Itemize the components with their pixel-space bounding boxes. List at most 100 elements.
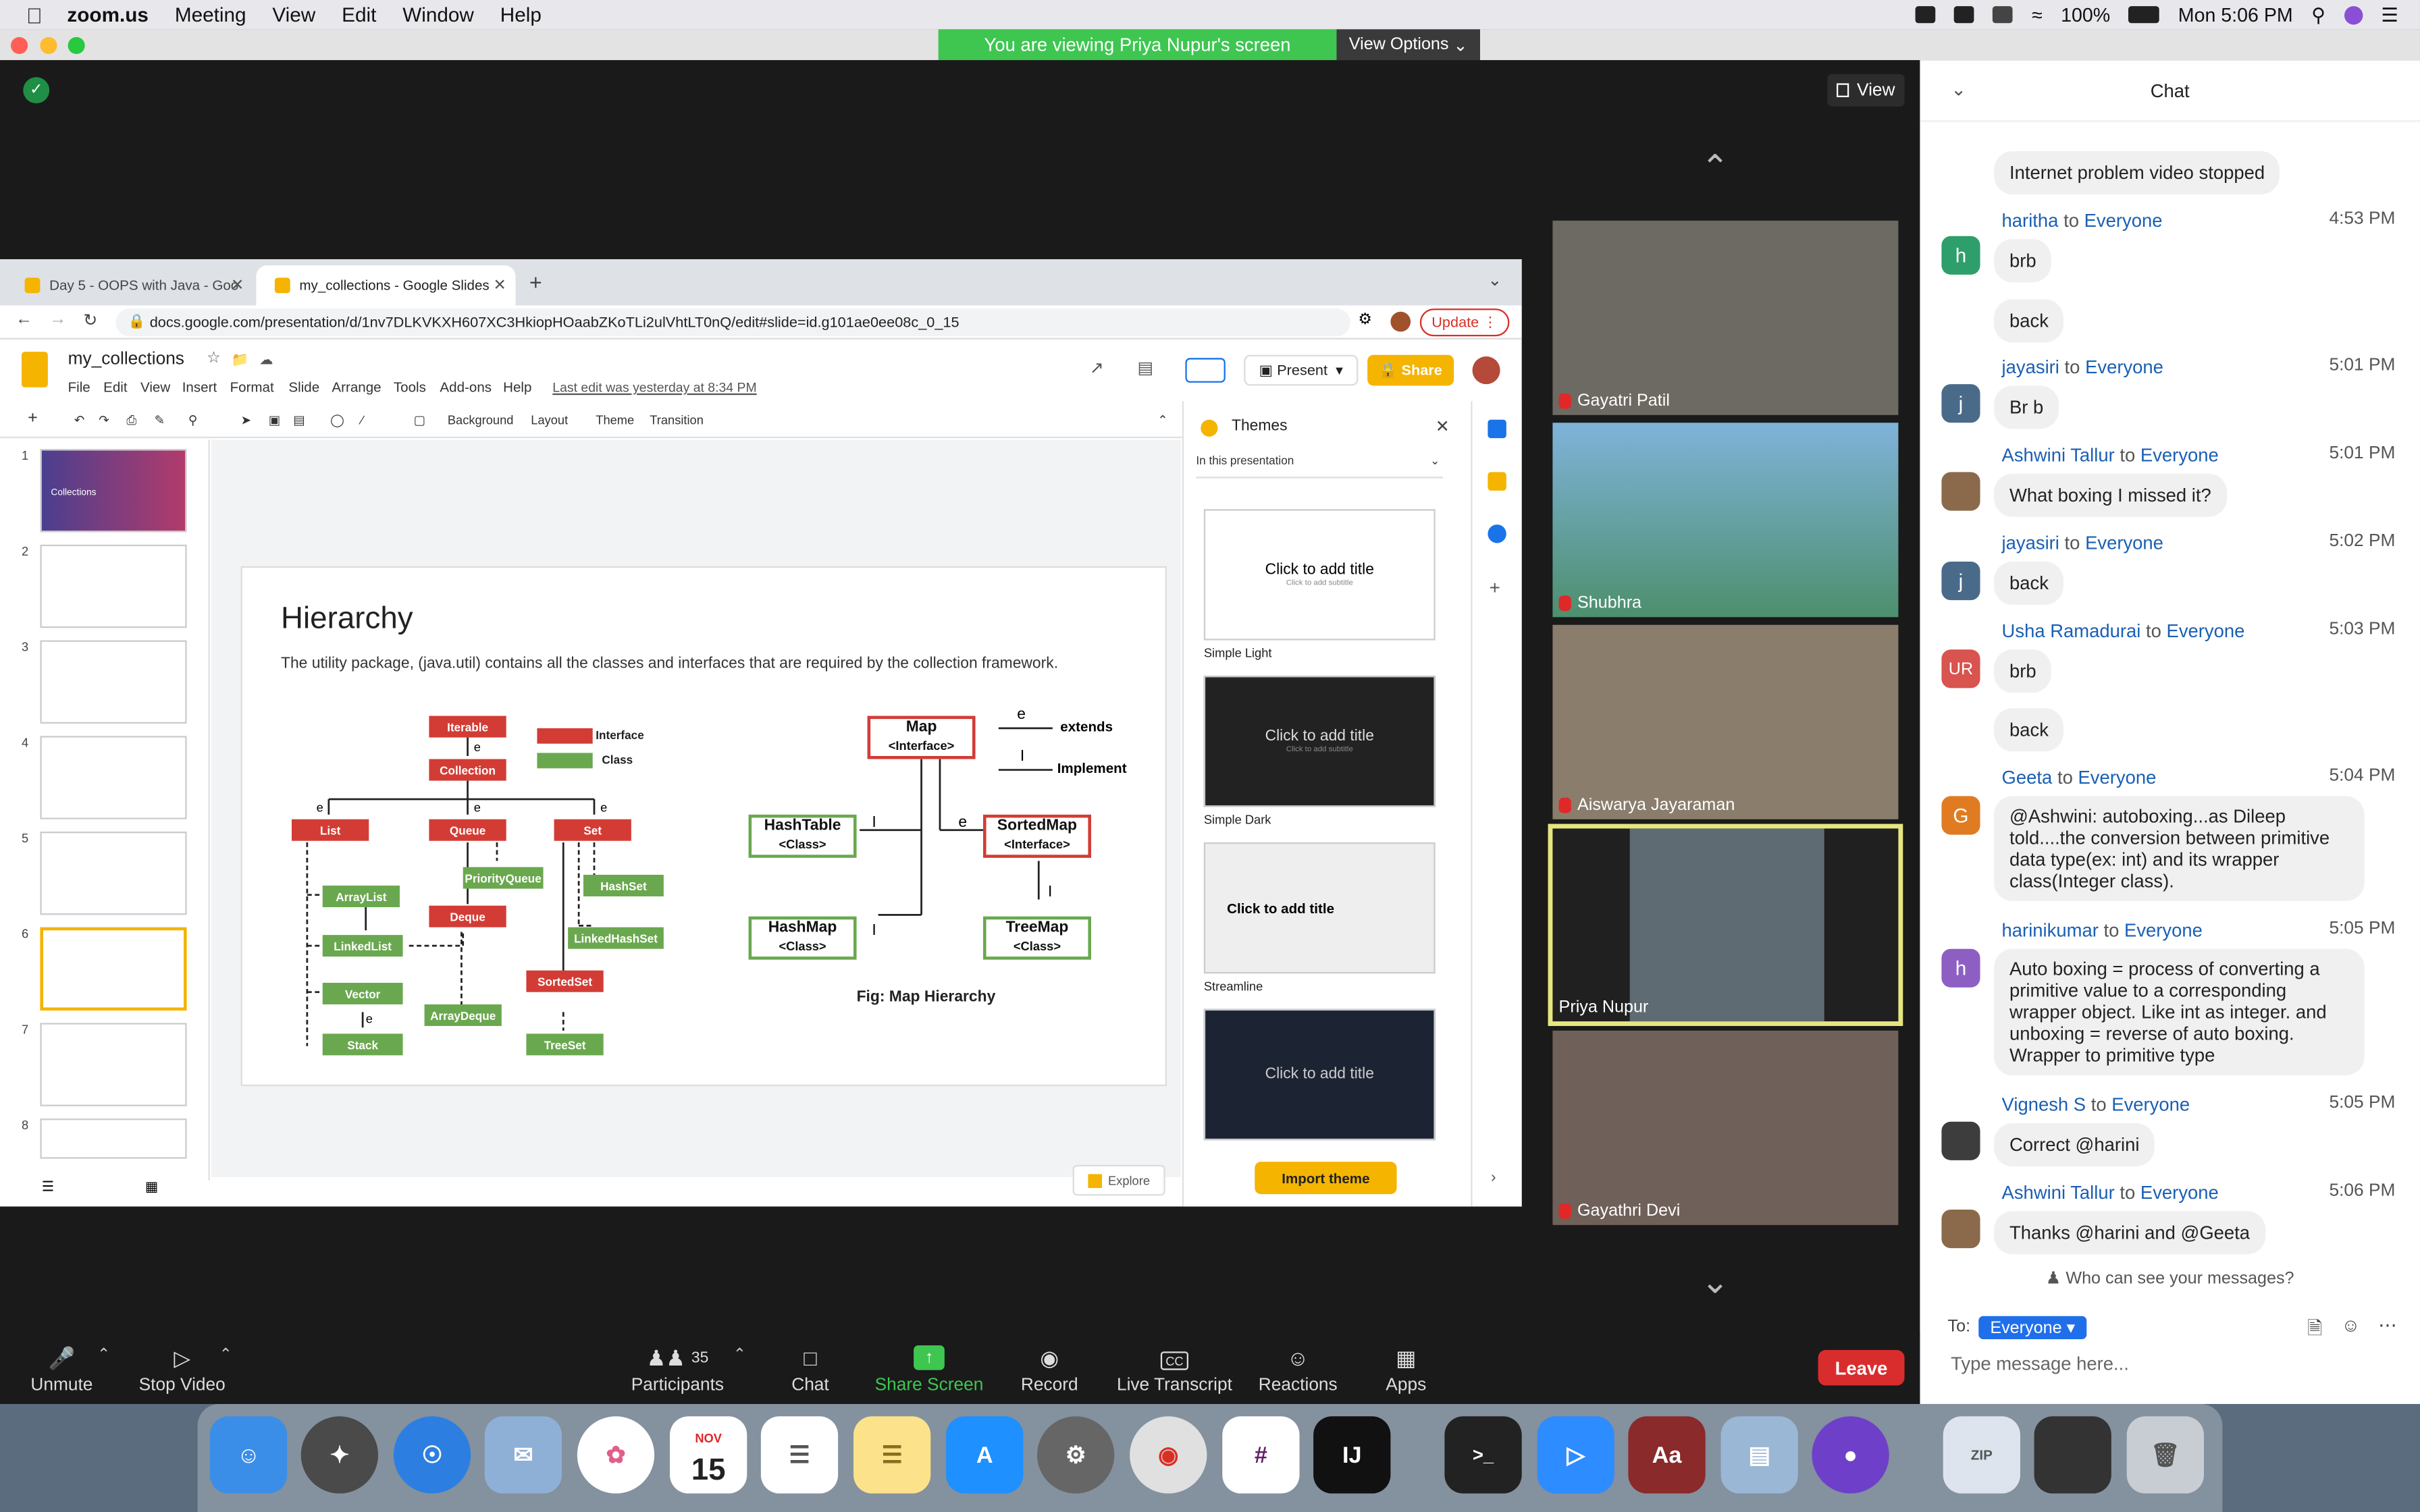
- print-icon[interactable]: ⎙: [126, 414, 136, 429]
- apps-button[interactable]: ▦ Apps: [1377, 1332, 1436, 1404]
- participants-button[interactable]: ♟♟ 35 Participants: [627, 1332, 729, 1404]
- menu-slide[interactable]: Slide: [288, 379, 319, 395]
- zoom-app-icon[interactable]: ▷: [1537, 1416, 1614, 1494]
- zoom-status-icon[interactable]: [1916, 6, 1937, 24]
- add-addon-icon[interactable]: +: [1490, 577, 1500, 599]
- audio-options-chevron-icon[interactable]: ⌃: [97, 1347, 110, 1364]
- record-button[interactable]: ◉ Record: [1016, 1332, 1084, 1404]
- reminders-icon[interactable]: ☰: [760, 1416, 839, 1494]
- sender-name[interactable]: haritha: [2002, 210, 2059, 232]
- more-icon[interactable]: ⋯: [2378, 1314, 2396, 1336]
- sender-name[interactable]: jayasiri: [2002, 356, 2059, 378]
- menu-addons[interactable]: Add-ons: [440, 379, 492, 395]
- expand-panel-icon[interactable]: ›: [1491, 1170, 1496, 1187]
- url-field[interactable]: 🔒 docs.google.com/presentation/d/1nv7DLK…: [115, 308, 1350, 337]
- notes-icon[interactable]: ☰: [853, 1416, 931, 1494]
- file-attach-icon[interactable]: 🗎: [2307, 1314, 2322, 1347]
- live-transcript-button[interactable]: CC Live Transcript: [1114, 1332, 1234, 1404]
- github-desktop-icon[interactable]: ●: [1812, 1416, 1889, 1494]
- view-options-button[interactable]: View Options ⌄: [1336, 29, 1480, 61]
- menu-edit[interactable]: Edit: [342, 3, 376, 26]
- slide-thumbnail[interactable]: [40, 640, 187, 724]
- comments-icon[interactable]: ▤: [1138, 358, 1154, 378]
- encryption-shield-icon[interactable]: ✓: [23, 77, 50, 104]
- back-arrow-icon[interactable]: ←: [16, 310, 32, 328]
- sender-name[interactable]: jayasiri: [2002, 533, 2059, 554]
- menu-tools[interactable]: Tools: [394, 379, 426, 395]
- menu-view[interactable]: View: [272, 3, 315, 26]
- theme-card-simple-dark[interactable]: Click to add title Click to add subtitle: [1203, 676, 1436, 807]
- view-layout-button[interactable]: View: [1827, 74, 1905, 107]
- redo-icon[interactable]: ↷: [99, 414, 109, 428]
- vpn-status-icon[interactable]: [1954, 6, 1975, 24]
- select-arrow-icon[interactable]: ➤: [241, 414, 251, 428]
- zoom-icon[interactable]: ⚲: [188, 414, 197, 428]
- present-button[interactable]: ▣ Present ▾: [1244, 354, 1359, 386]
- last-edit-link[interactable]: Last edit was yesterday at 8:34 PM: [552, 379, 756, 395]
- sender-name[interactable]: Ashwini Tallur: [2002, 1182, 2115, 1204]
- close-tab-icon[interactable]: ✕: [494, 277, 506, 294]
- siri-icon[interactable]: [2344, 5, 2363, 24]
- gallery-scroll-down-icon[interactable]: ⌄: [1701, 1262, 1729, 1302]
- video-options-chevron-icon[interactable]: ⌃: [219, 1347, 232, 1364]
- battery-icon[interactable]: [2128, 6, 2160, 24]
- menu-edit[interactable]: Edit: [103, 379, 127, 395]
- reload-icon[interactable]: ↻: [83, 310, 97, 330]
- menu-app-name[interactable]: zoom.us: [67, 3, 149, 26]
- slide[interactable]: Hierarchy The utility package, (java.uti…: [240, 566, 1167, 1087]
- import-theme-button[interactable]: Import theme: [1255, 1162, 1397, 1195]
- comment-add-icon[interactable]: ▢: [414, 414, 425, 428]
- activity-trend-icon[interactable]: ↗: [1090, 358, 1104, 378]
- profile-avatar[interactable]: [1390, 311, 1411, 332]
- menu-format[interactable]: Format: [230, 379, 274, 395]
- wifi-icon[interactable]: ≈: [2032, 4, 2043, 26]
- slide-thumbnail[interactable]: [40, 831, 187, 915]
- chrome-icon[interactable]: ◉: [1130, 1416, 1207, 1494]
- participant-video[interactable]: Gayatri Patil: [1552, 220, 1899, 415]
- theme-card-simple-light[interactable]: Click to add title Click to add subtitle: [1203, 509, 1436, 641]
- participant-video[interactable]: Shubhra: [1552, 423, 1899, 618]
- grid-view-icon[interactable]: ▦: [145, 1179, 158, 1195]
- tab-search-chevron-icon[interactable]: ⌄: [1488, 270, 1502, 290]
- theme-card-streamline[interactable]: Click to add title: [1203, 842, 1436, 974]
- chevron-down-icon[interactable]: ⌄: [1951, 79, 1966, 101]
- close-icon[interactable]: ✕: [1436, 416, 1450, 436]
- stop-video-button[interactable]: ▷ Stop Video: [136, 1332, 228, 1404]
- preview-icon[interactable]: ▤: [1720, 1416, 1798, 1494]
- sender-name[interactable]: Usha Ramadurai: [2002, 620, 2141, 642]
- photos-icon[interactable]: ✿: [577, 1416, 655, 1494]
- tasks-icon[interactable]: [1488, 524, 1506, 543]
- menu-arrange[interactable]: Arrange: [332, 379, 381, 395]
- apple-icon[interactable]: : [26, 2, 43, 27]
- sender-name[interactable]: Geeta: [2002, 767, 2053, 788]
- menu-file[interactable]: File: [68, 379, 90, 395]
- collapse-toolbar-icon[interactable]: ⌃: [1157, 414, 1167, 428]
- line-icon[interactable]: ∕: [361, 414, 363, 428]
- participant-video[interactable]: Aiswarya Jayaraman: [1552, 624, 1899, 819]
- move-folder-icon[interactable]: 📁: [232, 352, 249, 369]
- slides-logo-icon[interactable]: [21, 352, 48, 387]
- spotlight-icon[interactable]: ⚲: [2311, 3, 2325, 26]
- undo-icon[interactable]: ↶: [74, 414, 84, 428]
- browser-tab-active[interactable]: my_collections - Google Slides ✕: [256, 265, 516, 306]
- keep-icon[interactable]: [1488, 472, 1506, 491]
- chat-message-input[interactable]: Type message here...: [1951, 1353, 2129, 1375]
- recipient-dropdown[interactable]: Everyone ▾: [1978, 1316, 2087, 1339]
- share-button[interactable]: 🔒 Share: [1367, 354, 1454, 386]
- unmute-button[interactable]: 🎤 Unmute: [22, 1332, 102, 1404]
- finder-icon[interactable]: ☺: [209, 1416, 288, 1494]
- emoji-icon[interactable]: ☺: [2341, 1314, 2360, 1336]
- menu-meeting[interactable]: Meeting: [175, 3, 246, 26]
- share-screen-button[interactable]: ↑ Share Screen: [874, 1332, 985, 1404]
- terminal-icon[interactable]: >_: [1444, 1416, 1522, 1494]
- shape-icon[interactable]: ◯: [330, 414, 344, 428]
- intellij-icon[interactable]: IJ: [1313, 1416, 1391, 1494]
- menu-window[interactable]: Window: [402, 3, 474, 26]
- system-preferences-icon[interactable]: ⚙: [1036, 1416, 1115, 1494]
- image-icon[interactable]: ▤: [293, 414, 305, 428]
- layout-button[interactable]: Layout: [531, 414, 568, 428]
- slide-thumbnail[interactable]: [40, 1023, 187, 1106]
- window-stack-icon[interactable]: [2034, 1416, 2111, 1494]
- theme-button[interactable]: Theme: [596, 414, 634, 428]
- slide-thumbnail[interactable]: [40, 544, 187, 628]
